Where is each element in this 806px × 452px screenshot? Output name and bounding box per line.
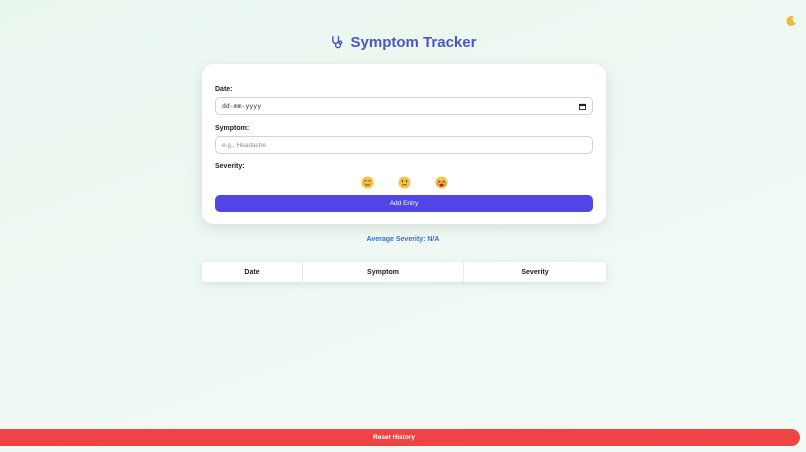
average-severity-text: Average Severity: N/A [366,236,440,243]
moderate-face-icon[interactable] [397,176,411,189]
page-title: Symptom Tracker [330,34,477,51]
date-label: Date: [215,86,233,93]
page-header: Symptom Tracker [0,34,806,55]
table-header-symptom: Symptom [303,262,464,282]
date-input-value: dd-mm-yyyy [222,102,262,110]
reset-history-button[interactable]: Reset History [0,429,800,446]
symptom-input-placeholder: e.g., Headache [222,141,267,149]
severity-label: Severity: [215,163,245,170]
stethoscope-icon [331,36,342,49]
severe-face-icon[interactable] [434,176,448,189]
symptom-label: Symptom: [215,125,250,132]
moon-icon [786,16,796,27]
calendar-icon[interactable] [579,103,586,110]
symptom-input[interactable]: e.g., Headache [215,136,593,154]
history-table: Date Symptom Severity [202,262,606,282]
add-entry-button[interactable]: Add Entry [215,195,593,212]
theme-toggle-button[interactable] [784,14,798,28]
table-header-date: Date [202,262,303,282]
app-title-text: Symptom Tracker [350,34,477,51]
mild-face-icon[interactable] [360,176,374,189]
date-input[interactable]: dd-mm-yyyy [215,97,593,115]
severity-options [202,176,606,189]
entry-form-card: Date: dd-mm-yyyy Symptom: e.g., Headache… [202,64,606,224]
table-header-severity: Severity [521,268,549,276]
